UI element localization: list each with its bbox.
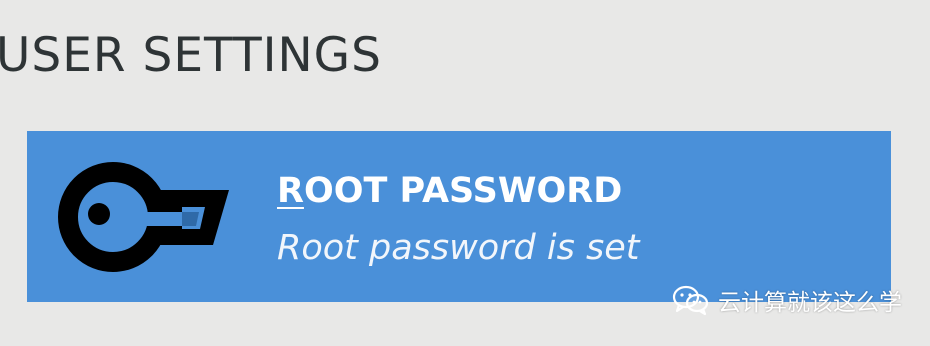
- watermark-text: 云计算就该这么学: [718, 290, 902, 316]
- root-password-spoke-title: ROOT PASSWORD: [277, 169, 622, 213]
- root-password-spoke[interactable]: ROOT PASSWORD Root password is set: [27, 131, 891, 302]
- key-icon: [58, 162, 229, 272]
- root-password-spoke-title-text: OOT PASSWORD: [303, 171, 623, 211]
- section-title-user-settings: USER SETTINGS: [0, 28, 382, 83]
- watermark: 云计算就该这么学: [672, 283, 902, 317]
- mnemonic-letter: R: [277, 171, 304, 211]
- root-password-status: Root password is set: [277, 228, 640, 268]
- wechat-icon: [672, 285, 709, 316]
